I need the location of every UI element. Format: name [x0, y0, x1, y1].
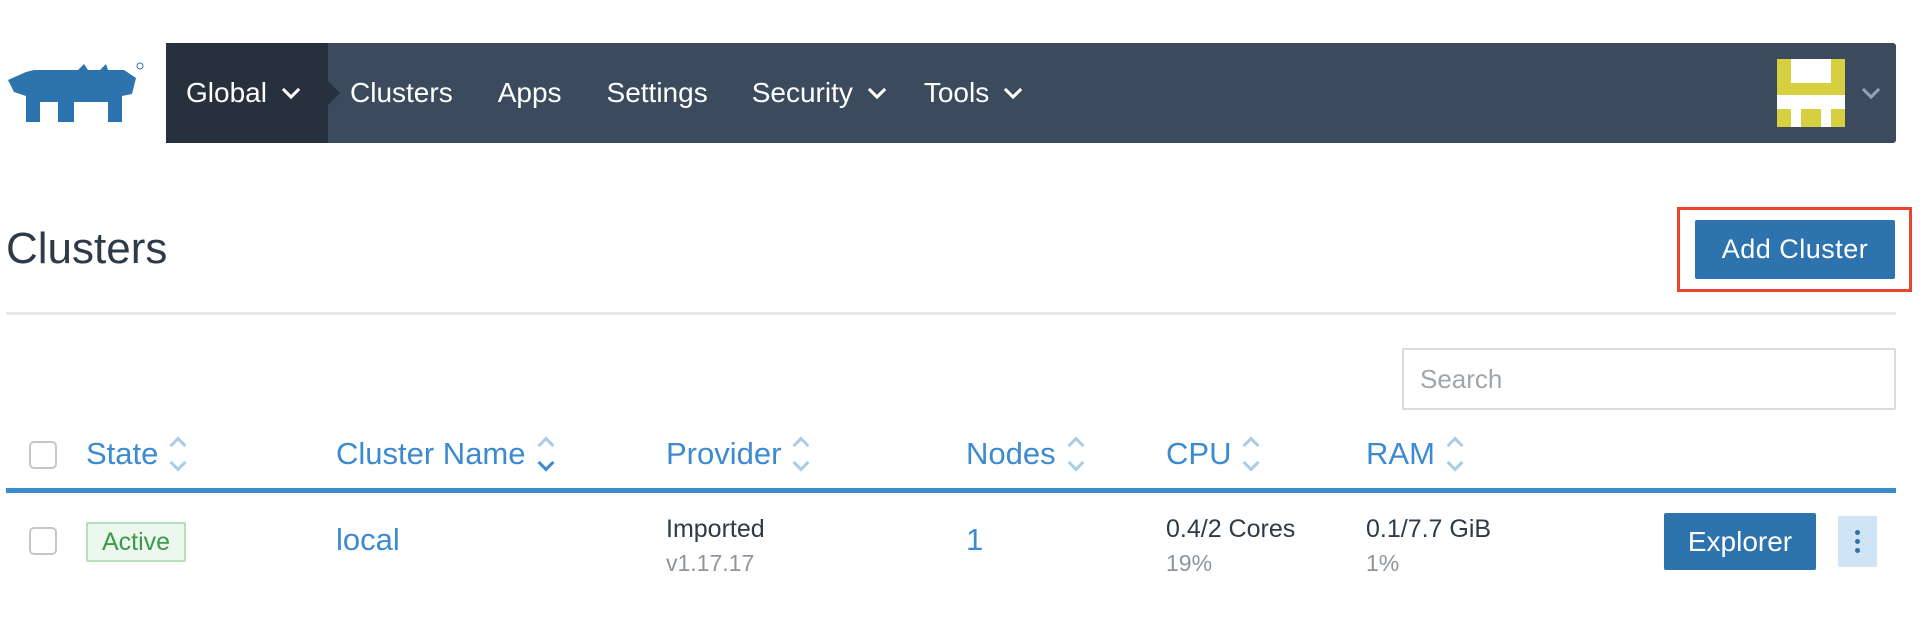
- more-actions-icon[interactable]: [1838, 516, 1877, 567]
- select-all-checkbox[interactable]: [29, 441, 57, 469]
- column-header-label: CPU: [1166, 436, 1232, 471]
- top-navigation-bar: Global Clusters Apps Settings Security T…: [166, 43, 1896, 143]
- nodes-count-link[interactable]: 1: [966, 522, 983, 558]
- sort-icon: [1446, 436, 1464, 472]
- chevron-down-icon: [1861, 80, 1881, 99]
- sort-icon: [1242, 436, 1260, 472]
- nav-item-tools[interactable]: Tools: [923, 77, 1023, 109]
- nav-item-apps-label: Apps: [497, 77, 562, 108]
- column-header-cpu[interactable]: CPU: [1166, 436, 1260, 472]
- provider-name: Imported: [666, 515, 765, 543]
- table-header-divider: [6, 488, 1896, 493]
- column-header-label: State: [86, 436, 159, 471]
- column-header-label: Provider: [666, 436, 782, 471]
- column-header-ram[interactable]: RAM: [1366, 436, 1464, 472]
- nav-global-label: Global: [186, 77, 267, 108]
- column-header-nodes[interactable]: Nodes: [966, 436, 1085, 472]
- column-header-cluster-name[interactable]: Cluster Name: [336, 436, 554, 472]
- column-header-state[interactable]: State: [86, 436, 187, 472]
- cluster-name-link[interactable]: local: [336, 522, 400, 558]
- page-title: Clusters: [6, 224, 168, 273]
- chevron-down-icon: [281, 80, 301, 99]
- column-header-label: Nodes: [966, 436, 1056, 471]
- chevron-down-icon: [867, 80, 887, 99]
- nav-item-settings[interactable]: Settings: [607, 77, 708, 109]
- explorer-button[interactable]: Explorer: [1664, 513, 1816, 570]
- divider: [6, 312, 1896, 315]
- nav-item-apps[interactable]: Apps: [498, 77, 562, 109]
- column-header-provider[interactable]: Provider: [666, 436, 810, 472]
- cpu-percent: 19%: [1166, 550, 1213, 576]
- nav-item-settings-label: Settings: [606, 77, 708, 108]
- nav-item-clusters-label: Clusters: [350, 77, 453, 108]
- ram-usage: 0.1/7.7 GiB: [1366, 515, 1492, 543]
- sort-icon: [169, 436, 187, 472]
- ram-percent: 1%: [1366, 550, 1400, 576]
- provider-version: v1.17.17: [666, 550, 755, 576]
- avatar: [1777, 59, 1845, 127]
- search-input[interactable]: [1402, 348, 1896, 410]
- chevron-down-icon: [1004, 80, 1023, 99]
- column-header-label: RAM: [1366, 436, 1435, 471]
- column-header-label: Cluster Name: [336, 436, 526, 471]
- sort-descending-icon: [537, 436, 554, 472]
- row-select-checkbox[interactable]: [29, 527, 57, 555]
- add-cluster-button[interactable]: Add Cluster: [1695, 220, 1895, 279]
- rancher-logo-icon[interactable]: [4, 62, 144, 126]
- user-menu[interactable]: [1777, 59, 1881, 127]
- nav-item-tools-label: Tools: [923, 77, 990, 108]
- sort-icon: [792, 436, 810, 472]
- nav-global-dropdown[interactable]: Global: [166, 43, 340, 143]
- nav-item-security-label: Security: [751, 77, 853, 108]
- status-badge: Active: [86, 522, 186, 562]
- cpu-usage: 0.4/2 Cores: [1166, 515, 1296, 543]
- nav-item-security[interactable]: Security: [751, 77, 887, 109]
- sort-icon: [1067, 436, 1085, 472]
- nav-item-clusters[interactable]: Clusters: [350, 77, 453, 109]
